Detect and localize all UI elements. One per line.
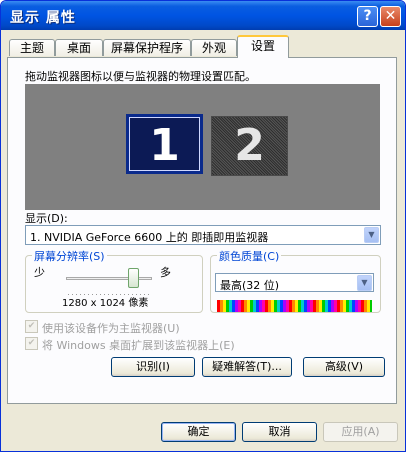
cancel-button[interactable]: 取消 — [242, 422, 317, 442]
resolution-value: 1280 x 1024 像素 — [62, 298, 149, 309]
troubleshoot-button[interactable]: 疑难解答(T)... — [202, 357, 292, 377]
ok-button[interactable]: 确定 — [161, 422, 236, 442]
color-quality-group: 颜色质量(C) 最高(32 位) ▼ — [210, 248, 381, 313]
display-dropdown-value: 1. NVIDIA GeForce 6600 上的 即插即用监视器 — [30, 231, 269, 244]
color-quality-group-title: 颜色质量(C) — [217, 248, 282, 264]
resolution-slider-thumb[interactable] — [127, 268, 139, 288]
settings-panel: 拖动监视器图标以便与监视器的物理设置匹配。 1 2 显示(D): 1. NVID… — [7, 57, 397, 404]
color-spectrum-bar — [217, 300, 372, 312]
resolution-group-title: 屏幕分辨率(S) — [32, 248, 107, 264]
checkmark-icon: ✔ — [25, 320, 38, 333]
checkmark-icon: ✔ — [25, 337, 38, 350]
apply-button[interactable]: 应用(A) — [323, 422, 398, 442]
resolution-max-label: 多 — [160, 266, 171, 279]
instruction-text: 拖动监视器图标以便与监视器的物理设置匹配。 — [25, 70, 256, 83]
help-button[interactable]: ? — [357, 6, 378, 27]
tab-screensaver[interactable]: 屏幕保护程序 — [103, 39, 191, 56]
tab-appearance[interactable]: 外观 — [191, 39, 237, 56]
advanced-button[interactable]: 高级(V) — [303, 357, 385, 377]
close-button[interactable]: ✕ — [380, 6, 401, 27]
monitor-1-icon[interactable]: 1 — [126, 114, 203, 174]
primary-monitor-checkbox-label: 使用该设备作为主监视器(U) — [42, 322, 180, 335]
display-label: 显示(D): — [25, 212, 68, 225]
extend-desktop-checkbox-label: 将 Windows 桌面扩展到该监视器上(E) — [42, 339, 235, 352]
chevron-down-icon[interactable]: ▼ — [364, 227, 379, 243]
resolution-slider-track[interactable] — [66, 277, 152, 280]
display-dropdown[interactable]: 1. NVIDIA GeForce 6600 上的 即插即用监视器 ▼ — [25, 225, 381, 245]
monitor-2-icon[interactable]: 2 — [211, 116, 288, 176]
title-bar[interactable]: 显示 属性 ? ✕ — [1, 1, 405, 30]
tab-settings[interactable]: 设置 — [237, 35, 289, 58]
identify-button[interactable]: 识别(I) — [111, 357, 195, 377]
color-quality-dropdown[interactable]: 最高(32 位) ▼ — [215, 273, 374, 292]
chevron-down-icon[interactable]: ▼ — [357, 275, 372, 291]
window-title: 显示 属性 — [10, 10, 76, 26]
tab-desktop[interactable]: 桌面 — [55, 39, 103, 56]
tab-strip: 主题 桌面 屏幕保护程序 外观 设置 — [1, 30, 405, 58]
tab-themes[interactable]: 主题 — [9, 39, 55, 56]
display-properties-window: 显示 属性 ? ✕ 主题 桌面 屏幕保护程序 外观 设置 拖动监视器图标以便与监… — [0, 0, 406, 452]
monitor-arrangement-area[interactable]: 1 2 — [25, 84, 380, 210]
resolution-min-label: 少 — [34, 266, 45, 279]
resolution-group: 屏幕分辨率(S) 少 多 1280 x 1024 像素 — [25, 248, 203, 313]
color-quality-value: 最高(32 位) — [220, 279, 280, 292]
